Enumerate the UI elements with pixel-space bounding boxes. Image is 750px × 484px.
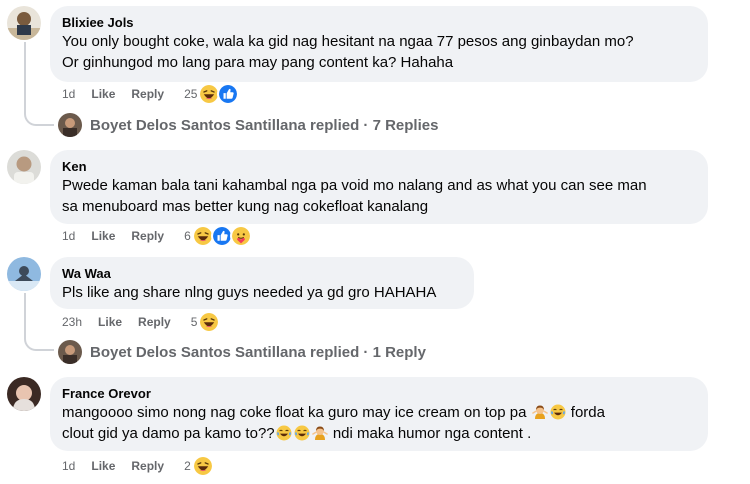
comment-text: mangoooo simo nong nag coke float ka gur… — [62, 402, 696, 423]
reply-button[interactable]: Reply — [138, 315, 171, 329]
haha-reaction-icon — [198, 311, 221, 333]
avatar — [58, 113, 82, 137]
woman-shrugging-emoji-icon — [532, 404, 548, 420]
comment-text-part: ndi maka humor nga content . — [332, 425, 532, 442]
reaction-count: 5 — [190, 315, 198, 329]
comment-text: Pwede kaman bala tani kahambal nga pa vo… — [62, 177, 647, 194]
comment-actions: 1d Like Reply 6 — [62, 225, 252, 247]
like-button[interactable]: Like — [98, 315, 122, 329]
reply-button[interactable]: Reply — [131, 459, 164, 473]
comment-timestamp[interactable]: 1d — [62, 87, 75, 101]
comment-bubble: Blixiee Jols You only bought coke, wala … — [50, 6, 708, 82]
comment-author[interactable]: France Orevor — [62, 385, 696, 402]
comment-actions: 1d Like Reply 2 — [62, 455, 214, 477]
reaction-summary[interactable]: 25 — [184, 83, 240, 105]
comment-author[interactable]: Ken — [62, 158, 696, 175]
care-reaction-icon — [229, 225, 252, 247]
comment-text: You only bought coke, wala ka gid nag he… — [62, 33, 634, 50]
comment-timestamp[interactable]: 23h — [62, 315, 82, 329]
reply-button[interactable]: Reply — [131, 87, 164, 101]
comment-actions: 23h Like Reply 5 — [62, 311, 221, 333]
avatar[interactable] — [7, 150, 41, 184]
reaction-count: 2 — [184, 459, 191, 473]
laughing-crying-emoji-icon — [276, 425, 292, 441]
avatar[interactable] — [7, 257, 41, 291]
like-button[interactable]: Like — [91, 459, 115, 473]
avatar[interactable] — [7, 6, 41, 40]
comment-author[interactable]: Blixiee Jols — [62, 14, 696, 31]
reaction-summary[interactable]: 5 — [191, 311, 221, 333]
reaction-summary[interactable]: 6 — [184, 225, 252, 247]
comment-text: clout gid ya damo pa kamo to?? ndi maka … — [62, 423, 696, 444]
laughing-crying-emoji-icon — [550, 404, 566, 420]
like-reaction-icon — [217, 83, 240, 105]
comment-text: sa menuboard mas better kung nag cokeflo… — [62, 198, 429, 215]
comment-text: Or ginhungod mo lang para may pang conte… — [62, 54, 454, 71]
avatar — [58, 340, 82, 364]
woman-shrugging-emoji-icon — [312, 425, 328, 441]
avatar[interactable] — [7, 377, 41, 411]
comment-actions: 1d Like Reply 25 — [62, 83, 240, 105]
view-replies-link[interactable]: Boyet Delos Santos Santillana replied · … — [58, 112, 438, 138]
like-button[interactable]: Like — [91, 87, 115, 101]
reaction-summary[interactable]: 2 — [184, 455, 214, 477]
comment-bubble: Wa Waa Pls like ang share nlng guys need… — [50, 257, 474, 309]
comment-author[interactable]: Wa Waa — [62, 265, 462, 282]
view-replies-link[interactable]: Boyet Delos Santos Santillana replied · … — [58, 339, 426, 365]
reaction-count: 6 — [184, 229, 191, 243]
comment-text-part: mangoooo simo nong nag coke float ka gur… — [62, 404, 527, 421]
replies-link-text: Boyet Delos Santos Santillana replied · … — [90, 116, 439, 134]
comment-text: Pls like ang share nlng guys needed ya g… — [62, 284, 437, 301]
haha-reaction-icon — [191, 455, 214, 477]
thread-line — [24, 293, 26, 333]
comment-timestamp[interactable]: 1d — [62, 229, 75, 243]
reaction-count: 25 — [184, 87, 198, 101]
laughing-crying-emoji-icon — [294, 425, 310, 441]
replies-link-text: Boyet Delos Santos Santillana replied · … — [90, 343, 426, 361]
thread-line — [24, 42, 26, 108]
thread-connector — [24, 333, 54, 351]
comment-bubble: France Orevor mangoooo simo nong nag cok… — [50, 377, 708, 451]
comment-text-part: forda — [570, 404, 605, 421]
thread-connector — [24, 108, 54, 126]
comment-timestamp[interactable]: 1d — [62, 459, 75, 473]
comment-bubble: Ken Pwede kaman bala tani kahambal nga p… — [50, 150, 708, 224]
comment-text-part: clout gid ya damo pa kamo to?? — [62, 425, 275, 442]
reply-button[interactable]: Reply — [131, 229, 164, 243]
like-button[interactable]: Like — [91, 229, 115, 243]
